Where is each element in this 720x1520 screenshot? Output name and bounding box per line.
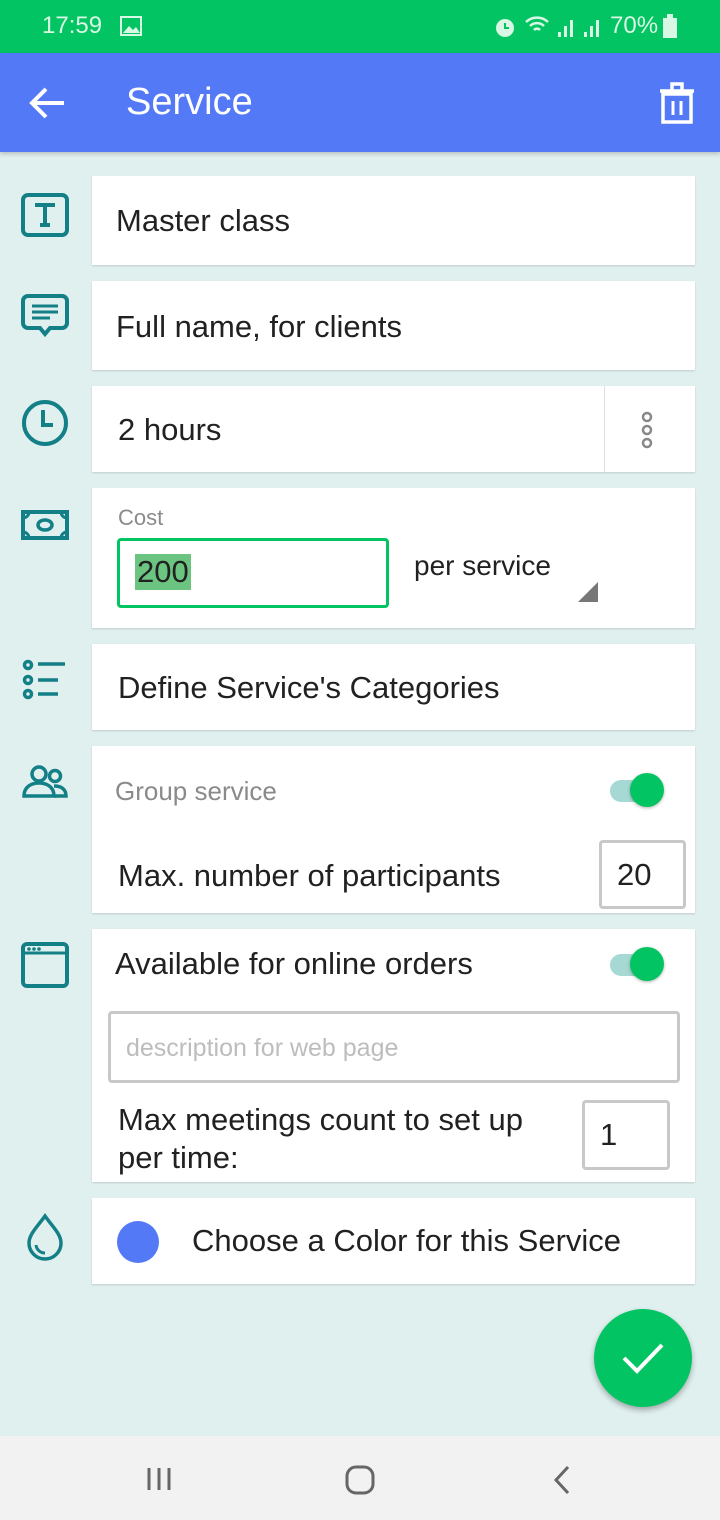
cost-input[interactable]: 200 bbox=[117, 538, 389, 608]
duration-field[interactable]: 2 hours bbox=[92, 386, 695, 472]
divider bbox=[604, 386, 605, 472]
web-description-input[interactable]: description for web page bbox=[108, 1011, 680, 1083]
categories-placeholder: Define Service's Categories bbox=[118, 670, 500, 705]
max-meetings-label: Max meetings count to set up per time: bbox=[118, 1102, 523, 1175]
group-users-icon bbox=[22, 765, 68, 798]
cost-unit-value: per service bbox=[414, 550, 551, 581]
wifi-icon bbox=[525, 16, 549, 31]
cost-unit-dropdown[interactable]: per service bbox=[402, 538, 602, 608]
comment-icon bbox=[21, 294, 69, 338]
online-orders-label: Available for online orders bbox=[115, 946, 473, 981]
delete-trash-icon[interactable] bbox=[658, 81, 698, 125]
web-description-placeholder: description for web page bbox=[126, 1034, 399, 1062]
clock: 17:59 bbox=[42, 12, 103, 39]
clock-icon bbox=[22, 400, 68, 446]
choose-color-label: Choose a Color for this Service bbox=[192, 1223, 622, 1258]
system-back-icon[interactable] bbox=[550, 1464, 574, 1496]
more-options-icon[interactable] bbox=[637, 410, 657, 450]
alarm-icon bbox=[496, 19, 514, 37]
full-name-placeholder: Full name, for clients bbox=[116, 309, 402, 344]
max-meetings-input[interactable]: 1 bbox=[582, 1100, 670, 1170]
check-icon bbox=[622, 1343, 664, 1374]
battery-icon bbox=[663, 14, 677, 38]
dropdown-triangle-icon bbox=[578, 582, 598, 602]
max-meetings-value: 1 bbox=[600, 1117, 618, 1152]
group-service-label: Group service bbox=[115, 776, 277, 806]
cost-label: Cost bbox=[118, 505, 164, 530]
service-name-value: Master class bbox=[116, 203, 290, 238]
app-bar: Service bbox=[0, 53, 720, 152]
color-swatch bbox=[117, 1221, 159, 1263]
color-drop-icon bbox=[27, 1212, 63, 1261]
online-orders-card: Available for online orders description … bbox=[92, 929, 695, 1182]
choose-color-button[interactable]: Choose a Color for this Service bbox=[92, 1198, 695, 1284]
categories-field[interactable]: Define Service's Categories bbox=[92, 644, 695, 730]
browser-window-icon bbox=[21, 942, 69, 988]
group-service-card: Group service Max. number of participant… bbox=[92, 746, 695, 913]
full-name-field[interactable]: Full name, for clients bbox=[92, 281, 695, 370]
online-orders-toggle[interactable] bbox=[608, 944, 666, 984]
signal-icon bbox=[558, 20, 599, 37]
list-icon bbox=[22, 659, 65, 700]
max-participants-value: 20 bbox=[617, 857, 652, 892]
service-name-field[interactable]: Master class bbox=[92, 176, 695, 265]
system-nav-bar bbox=[0, 1436, 720, 1520]
save-fab-button[interactable] bbox=[594, 1309, 692, 1407]
max-participants-label: Max. number of participants bbox=[118, 858, 501, 893]
cost-card: Cost 200 per service bbox=[92, 488, 695, 628]
duration-value: 2 hours bbox=[118, 412, 222, 447]
home-icon[interactable] bbox=[344, 1464, 376, 1496]
max-participants-input[interactable]: 20 bbox=[599, 840, 686, 909]
recent-apps-icon[interactable] bbox=[145, 1466, 175, 1492]
battery-level: 70% bbox=[610, 12, 659, 39]
cost-value: 200 bbox=[135, 554, 191, 590]
status-bar: 17:59 70% bbox=[0, 0, 720, 53]
page-title: Service bbox=[126, 81, 253, 123]
back-arrow-icon[interactable] bbox=[28, 85, 68, 121]
money-bill-icon bbox=[21, 510, 69, 540]
image-icon bbox=[120, 16, 142, 36]
text-title-icon bbox=[21, 193, 69, 237]
group-service-toggle[interactable] bbox=[608, 770, 666, 810]
